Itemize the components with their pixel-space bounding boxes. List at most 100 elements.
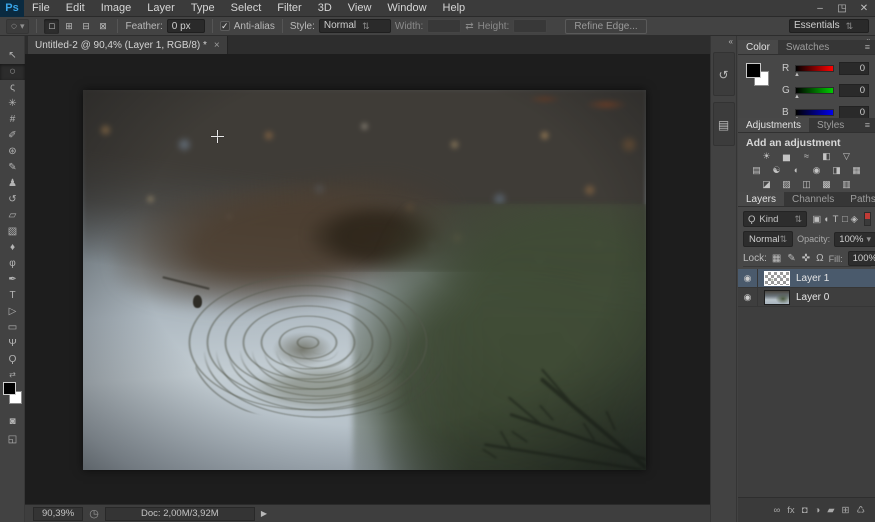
color-balance-icon[interactable]: ☯ [768,164,785,177]
gradient-tool-icon[interactable]: ▧ [0,224,25,240]
red-value-field[interactable]: 0 [839,62,869,75]
minimize-button[interactable]: – [809,0,831,17]
expand-panels-icon[interactable]: « [729,37,733,46]
delete-layer-button[interactable]: ♺ [856,505,865,516]
subtract-from-selection-button[interactable]: ⊟ [78,19,93,34]
rectangle-tool-icon[interactable]: ▭ [0,320,25,336]
zoom-tool-icon[interactable]: Ϙ [0,352,25,368]
add-to-selection-button[interactable]: ⊞ [61,19,76,34]
style-select[interactable]: Normal ⇅ [319,19,391,33]
panel-menu-icon[interactable]: ≡ [860,118,875,132]
exposure-icon[interactable]: ◧ [818,150,835,163]
lasso-tool-icon[interactable]: ς [0,80,25,96]
swap-dimensions-icon[interactable]: ⇄ [465,21,473,32]
eraser-tool-icon[interactable]: ▱ [0,208,25,224]
history-brush-tool-icon[interactable]: ↺ [0,192,25,208]
quick-mask-button[interactable]: ◙ [0,416,25,427]
eyedropper-tool-icon[interactable]: ✐ [0,128,25,144]
pen-tool-icon[interactable]: ✒ [0,272,25,288]
blue-slider[interactable]: ▲ [795,109,834,116]
crop-tool-icon[interactable]: # [0,112,25,128]
blue-value-field[interactable]: 0 [839,106,869,119]
layer-thumbnail[interactable] [764,290,790,305]
filter-adjustment-layers-icon[interactable]: ◖ [821,214,830,225]
layer-name[interactable]: Layer 0 [796,292,829,303]
menu-item[interactable]: View [340,0,380,17]
swap-colors-icon[interactable]: ⇄ [0,370,25,379]
filter-on-off-toggle[interactable] [864,212,871,226]
dodge-tool-icon[interactable]: φ [0,256,25,272]
tab-swatches[interactable]: Swatches [778,40,837,54]
menu-item[interactable]: Image [93,0,140,17]
path-selection-tool-icon[interactable]: ▷ [0,304,25,320]
slider-marker-icon[interactable]: ▲ [794,72,800,78]
visibility-eye-icon[interactable]: ◉ [738,269,758,287]
zoom-level-field[interactable]: 90,39% [33,507,83,521]
filter-type-layers-icon[interactable]: T [831,214,840,225]
menu-item[interactable]: File [24,0,58,17]
close-button[interactable]: ✕ [853,0,875,17]
layer-name[interactable]: Layer 1 [796,273,829,284]
blend-mode-select[interactable]: Normal ⇅ [743,231,793,247]
document-tab[interactable]: Untitled-2 @ 90,4% (Layer 1, RGB/8) * × [28,36,228,54]
menu-item[interactable]: Filter [269,0,309,17]
menu-item[interactable]: Help [435,0,474,17]
new-group-button[interactable]: ▰ [827,505,834,516]
workspace-switcher[interactable]: Essentials ⇅ [789,19,869,33]
lock-transparency-icon[interactable]: ▦ [772,253,781,264]
width-input[interactable] [427,19,461,33]
add-layer-mask-button[interactable]: ◘ [802,505,808,516]
fill-field[interactable]: 100% ▾ [848,251,875,266]
elliptical-marquee-tool-icon[interactable]: ◌ [0,64,25,80]
refine-edge-button[interactable]: Refine Edge... [565,19,646,34]
foreground-color-swatch[interactable] [746,63,761,78]
lock-all-icon[interactable]: Ω [816,253,823,264]
menu-item[interactable]: Edit [58,0,93,17]
threshold-icon[interactable]: ◫ [798,178,815,191]
black-white-icon[interactable]: ◐ [788,164,805,177]
layer-filter-select[interactable]: Ϙ Kind ⇅ [743,211,807,227]
menu-item[interactable]: Type [183,0,223,17]
curves-icon[interactable]: ≈ [798,150,815,163]
slider-marker-icon[interactable]: ▲ [794,94,800,100]
status-flyout-arrow-icon[interactable]: ▶ [261,509,267,518]
filter-shape-layers-icon[interactable]: □ [840,214,849,225]
restore-button[interactable]: ◳ [831,0,853,17]
tab-adjustments[interactable]: Adjustments [738,118,809,132]
tool-preset-picker[interactable]: ◌ ▾ [6,19,29,34]
vibrance-icon[interactable]: ▽ [838,150,855,163]
link-layers-button[interactable]: ∞ [774,505,781,516]
posterize-icon[interactable]: ▨ [778,178,795,191]
intersect-selection-button[interactable]: ⊠ [95,19,110,34]
channel-mixer-icon[interactable]: ◨ [828,164,845,177]
clone-stamp-tool-icon[interactable]: ♟ [0,176,25,192]
menu-item[interactable]: Select [223,0,270,17]
invert-icon[interactable]: ◪ [758,178,775,191]
lock-position-icon[interactable]: ✜ [802,253,810,264]
new-selection-button[interactable]: □ [44,19,59,34]
levels-icon[interactable]: ▅ [778,150,795,163]
canvas-image[interactable] [83,90,646,470]
panel-menu-icon[interactable]: ≡ [860,40,875,54]
canvas-area[interactable] [25,54,710,504]
layer-row-layer-1[interactable]: ◉ Layer 1 [738,269,875,288]
gradient-map-icon[interactable]: ▩ [818,178,835,191]
new-adjustment-layer-button[interactable]: ◑ [814,505,820,516]
tab-close-icon[interactable]: × [214,40,220,51]
menu-item[interactable]: 3D [310,0,340,17]
filter-pixel-layers-icon[interactable]: ▣ [812,214,821,225]
photo-filter-icon[interactable]: ◉ [808,164,825,177]
selective-color-icon[interactable]: ▥ [838,178,855,191]
brightness-contrast-icon[interactable]: ☀ [758,150,775,163]
red-slider[interactable]: ▲ [795,65,834,72]
feather-input[interactable]: 0 px [167,19,205,33]
tab-paths[interactable]: Paths [842,192,875,206]
new-layer-button[interactable]: ⊞ [842,505,850,516]
menu-item[interactable]: Window [379,0,434,17]
green-slider[interactable]: ▲ [795,87,834,94]
tab-channels[interactable]: Channels [784,192,842,206]
quick-selection-tool-icon[interactable]: ✳ [0,96,25,112]
layer-row-layer-0[interactable]: ◉ Layer 0 [738,288,875,307]
tab-layers[interactable]: Layers [738,192,784,206]
layer-thumbnail[interactable] [764,271,790,286]
